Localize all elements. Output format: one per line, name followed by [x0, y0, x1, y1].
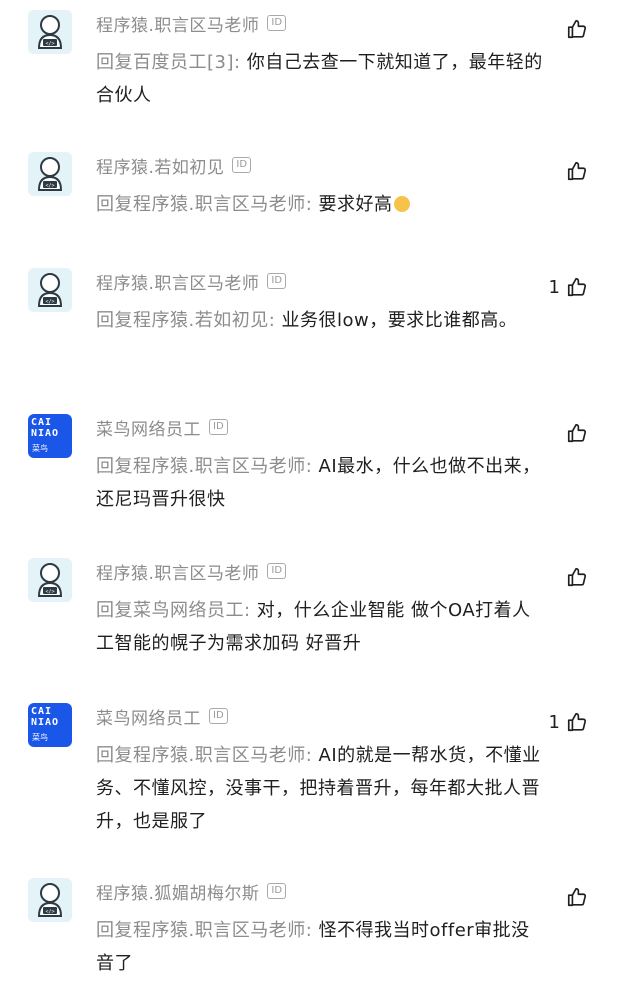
thumbs-up-icon[interactable] [566, 566, 588, 588]
reply-prefix: 回复程序猿.若如初见: [96, 310, 282, 331]
reply-prefix: 回复程序猿.职言区马老师: [96, 194, 319, 215]
comment-text: 回复百度员工[3]: 你自己去查一下就知道了，最年轻的合伙人 [96, 46, 544, 112]
thumbs-up-icon[interactable] [566, 276, 588, 298]
cainiao-logo-text: CAI NIAO [31, 706, 60, 728]
like-button[interactable] [560, 566, 588, 588]
author-name[interactable]: 程序猿.若如初见 [96, 153, 224, 178]
like-button[interactable]: 1 [549, 711, 588, 733]
reply-prefix: 回复菜鸟网络员工: [96, 600, 257, 621]
comment-content: 要求好高 [318, 194, 393, 215]
svg-text:</>: </> [45, 589, 54, 595]
id-badge: ID [267, 563, 287, 579]
avatar[interactable]: </> [28, 558, 72, 602]
avatar[interactable]: </> [28, 10, 72, 54]
avatar[interactable]: CAI NIAO 菜鸟 [28, 703, 72, 747]
avatar[interactable]: </> [28, 152, 72, 196]
id-badge: ID [209, 419, 228, 435]
comment-text: 回复菜鸟网络员工: 对，什么企业智能 做个OA打着人工智能的幌子为需求加码 好晋… [96, 594, 544, 660]
coder-avatar-icon: </> [28, 558, 72, 602]
id-badge: ID [209, 708, 228, 724]
comment-content: 业务很low，要求比谁都高。 [281, 310, 518, 331]
comment-text: 回复程序猿.职言区马老师: 怪不得我当时offer审批没音了 [96, 914, 544, 980]
coder-avatar-icon: </> [28, 10, 72, 54]
svg-text:</>: </> [45, 183, 54, 189]
like-button[interactable] [560, 422, 588, 444]
thumbs-up-icon[interactable] [566, 886, 588, 908]
like-count: 1 [548, 711, 560, 733]
avatar[interactable]: </> [28, 878, 72, 922]
author-name[interactable]: 程序猿.职言区马老师 [96, 269, 259, 294]
coder-avatar-icon: </> [28, 152, 72, 196]
svg-text:</>: </> [45, 909, 54, 915]
like-count: 1 [548, 276, 560, 298]
coder-avatar-icon: </> [28, 878, 72, 922]
id-badge: ID [267, 883, 287, 899]
comment-text: 回复程序猿.若如初见: 业务很low，要求比谁都高。 [96, 304, 544, 337]
comment-text: 回复程序猿.职言区马老师: AI的就是一帮水货，不懂业务、不懂风控，没事干，把持… [96, 739, 544, 838]
author-name[interactable]: 程序猿.狐媚胡梅尔斯 [96, 879, 259, 904]
reply-prefix: 回复程序猿.职言区马老师: [96, 456, 319, 477]
thumbs-up-icon[interactable] [566, 18, 588, 40]
thumbs-up-icon[interactable] [566, 160, 588, 182]
author-name[interactable]: 程序猿.职言区马老师 [96, 559, 259, 584]
author-name[interactable]: 菜鸟网络员工 [96, 704, 201, 729]
id-badge: ID [267, 15, 287, 31]
id-badge: ID [232, 157, 252, 173]
svg-text:</>: </> [45, 299, 54, 305]
thumbs-up-icon[interactable] [566, 422, 588, 444]
coder-avatar-icon: </> [28, 268, 72, 312]
svg-text:</>: </> [45, 41, 54, 47]
reply-prefix: 回复百度员工[3]: [96, 52, 247, 73]
id-badge: ID [267, 273, 287, 289]
like-button[interactable] [560, 886, 588, 908]
reply-prefix: 回复程序猿.职言区马老师: [96, 745, 319, 766]
avatar[interactable]: CAI NIAO 菜鸟 [28, 414, 72, 458]
cainiao-logo-sub: 菜鸟 [32, 733, 48, 742]
author-name[interactable]: 程序猿.职言区马老师 [96, 11, 259, 36]
like-button[interactable]: 1 [549, 276, 588, 298]
avatar[interactable]: </> [28, 268, 72, 312]
thumbs-up-icon[interactable] [566, 711, 588, 733]
face-emoji-icon [393, 196, 410, 212]
cainiao-logo-text: CAI NIAO [31, 417, 60, 439]
like-button[interactable] [560, 160, 588, 182]
like-button[interactable] [560, 18, 588, 40]
reply-prefix: 回复程序猿.职言区马老师: [96, 920, 319, 941]
comment-text: 回复程序猿.职言区马老师: 要求好高 [96, 188, 544, 221]
cainiao-logo-sub: 菜鸟 [32, 444, 48, 453]
comment-text: 回复程序猿.职言区马老师: AI最水，什么也做不出来，还尼玛晋升很快 [96, 450, 544, 516]
author-name[interactable]: 菜鸟网络员工 [96, 415, 201, 440]
